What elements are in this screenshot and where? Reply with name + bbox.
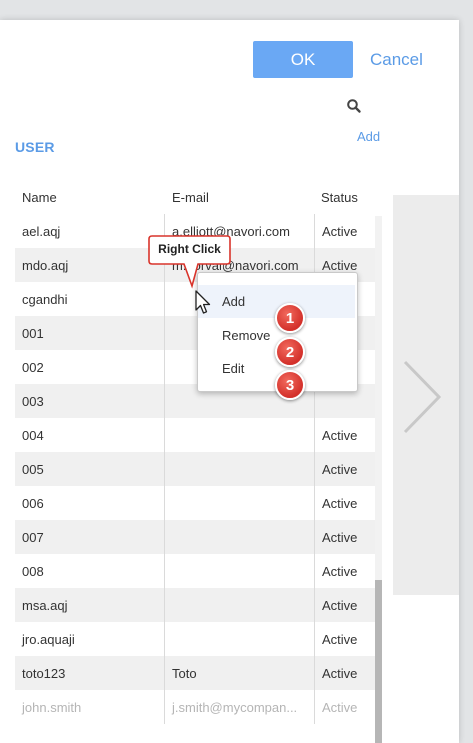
cell-name: ael.aqj [22,223,61,239]
cell-name: 005 [22,461,44,477]
cell-email [164,622,314,656]
cell-name: 008 [22,563,44,579]
cell-name: toto123 [22,665,66,681]
step-badge-1: 1 [275,303,305,333]
add-user-link[interactable]: Add [357,129,380,144]
table-row[interactable]: john.smith j.smith@mycompan... Active [15,690,375,724]
cell-email: j.smith@mycompan... [164,690,314,724]
cell-status: Active [314,418,375,452]
mouse-cursor-icon [195,290,211,314]
cancel-button[interactable]: Cancel [370,49,434,71]
table-row[interactable]: jro.aquaji Active [15,622,375,656]
cell-email [164,486,314,520]
column-header-email[interactable]: E-mail [164,181,314,214]
step-badge-2: 2 [275,337,305,367]
cell-email [164,418,314,452]
cell-name: 006 [22,495,44,511]
column-header-name[interactable]: Name [15,181,164,214]
cell-name: cgandhi [22,291,68,307]
cell-name: 007 [22,529,44,545]
table-row[interactable]: toto123 Toto Active [15,656,375,690]
cell-name: 004 [22,427,44,443]
cell-status: Active [314,690,375,724]
cell-status: Active [314,452,375,486]
cell-status: Active [314,486,375,520]
cell-email [164,520,314,554]
table-row[interactable]: 007 Active [15,520,375,554]
cell-name: jro.aquaji [22,631,75,647]
cell-name: 003 [22,393,44,409]
cell-email: Toto [164,656,314,690]
table-row[interactable]: 004 Active [15,418,375,452]
cell-status: Active [314,214,375,248]
step-badge-3: 3 [275,370,305,400]
column-header-status[interactable]: Status [314,181,375,214]
scrollbar-thumb[interactable] [375,580,382,743]
cell-status: Active [314,588,375,622]
callout-label: Right Click [158,242,221,256]
table-row[interactable]: 006 Active [15,486,375,520]
cell-name: john.smith [22,699,82,715]
section-title: USER [15,139,55,155]
cell-email [164,588,314,622]
cell-name: msa.aqj [22,597,68,613]
table-row[interactable]: 005 Active [15,452,375,486]
cell-status: Active [314,520,375,554]
cell-email [164,452,314,486]
next-arrow-icon[interactable] [401,360,441,434]
table-header: Name E-mail Status [15,181,375,214]
cell-status: Active [314,554,375,588]
cell-email [164,554,314,588]
ok-button[interactable]: OK [253,41,353,78]
cell-status: Active [314,656,375,690]
table-row[interactable]: msa.aqj Active [15,588,375,622]
search-icon[interactable] [346,98,362,114]
cell-name: 001 [22,325,44,341]
cell-status: Active [314,622,375,656]
table-row[interactable]: 008 Active [15,554,375,588]
cell-name: mdo.aqj [22,257,69,273]
cell-name: 002 [22,359,44,375]
